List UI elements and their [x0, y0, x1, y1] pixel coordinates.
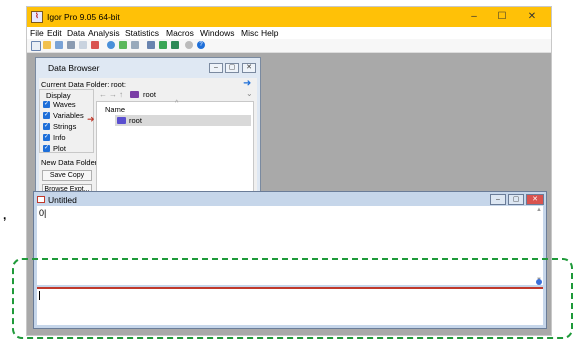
sort-caret-icon: ^ [175, 100, 179, 107]
browser-maximize-icon[interactable]: ▢ [225, 63, 239, 73]
command-window-icon [37, 196, 45, 203]
maximize-icon[interactable]: ☐ [489, 9, 515, 25]
variables-checkbox[interactable]: ✓ [43, 112, 50, 119]
folder-icon [130, 91, 139, 98]
plot-label: Plot [53, 144, 66, 153]
go-arrow-icon[interactable]: ➜ [243, 78, 251, 89]
toolbar: ? [27, 39, 551, 53]
new-document-icon[interactable] [31, 41, 41, 51]
tree-item-root: root [129, 116, 142, 125]
command-window-title: Untitled [48, 195, 77, 205]
menu-analysis[interactable]: Analysis [88, 28, 120, 38]
info-label: Info [53, 133, 66, 142]
igor-app-icon: ⌇ [31, 11, 43, 23]
minimize-icon[interactable]: – [461, 9, 487, 25]
browser-minimize-icon[interactable]: – [209, 63, 223, 73]
browser-close-icon[interactable]: ✕ [242, 63, 256, 73]
cmd-close-icon[interactable]: ✕ [526, 194, 544, 205]
title-bar: ⌇ Igor Pro 9.05 64-bit – ☐ ✕ [27, 7, 551, 27]
name-column-header[interactable]: Name [105, 105, 125, 114]
current-folder-arrow-icon: ➜ [87, 114, 95, 124]
folder-icon [117, 117, 126, 124]
waves-checkbox[interactable]: ✓ [43, 101, 50, 108]
print-icon[interactable] [67, 41, 75, 49]
chevron-down-icon[interactable]: ⌄ [246, 89, 253, 98]
cmd-maximize-icon[interactable]: ▢ [508, 194, 524, 205]
command-line-highlight [12, 258, 573, 339]
up-arrow-icon[interactable]: ↑ [119, 90, 123, 99]
wave-icon[interactable] [159, 41, 167, 49]
back-arrow-icon[interactable]: ← [99, 90, 107, 99]
menu-statistics[interactable]: Statistics [125, 28, 159, 38]
refresh-icon[interactable] [185, 41, 193, 49]
app-title: Igor Pro 9.05 64-bit [47, 12, 120, 22]
cmd-minimize-icon[interactable]: – [490, 194, 506, 205]
menu-help[interactable]: Help [261, 28, 278, 38]
open-folder-icon[interactable] [43, 41, 51, 49]
menu-macros[interactable]: Macros [166, 28, 194, 38]
strings-label: Strings [53, 122, 77, 131]
menu-bar: File Edit Data Analysis Statistics Macro… [27, 27, 551, 39]
new-data-folder-button[interactable]: New Data Folder [41, 158, 97, 167]
graph-icon[interactable] [91, 41, 99, 49]
data-browser-title: Data Browser [48, 63, 100, 73]
display-label: Display [46, 91, 71, 100]
close-icon[interactable]: ✕ [519, 9, 545, 25]
info-checkbox[interactable]: ✓ [43, 134, 50, 141]
menu-file[interactable]: File [30, 28, 44, 38]
current-folder-value: root: [111, 80, 127, 89]
save-icon[interactable] [55, 41, 63, 49]
display-group: Display ✓ Waves ✓ Variables ✓ Strings ✓ … [39, 89, 94, 153]
tree-row[interactable]: root [115, 115, 251, 126]
notebook-icon[interactable] [119, 41, 127, 49]
table-icon[interactable] [79, 41, 87, 49]
procedure-icon[interactable] [131, 41, 139, 49]
current-folder-label: Current Data Folder: [41, 80, 110, 89]
comma-mark: , [3, 208, 7, 222]
plot-checkbox[interactable]: ✓ [43, 145, 50, 152]
waves-label: Waves [53, 100, 76, 109]
save-copy-button[interactable]: Save Copy [42, 170, 92, 181]
window-icon[interactable] [147, 41, 155, 49]
forward-arrow-icon[interactable]: → [109, 90, 117, 99]
menu-windows[interactable]: Windows [200, 28, 234, 38]
history-text: 0| [39, 208, 47, 218]
help-icon[interactable]: ? [197, 41, 205, 49]
wave-back-icon[interactable] [171, 41, 179, 49]
scroll-up-icon[interactable]: ▲ [536, 207, 542, 213]
menu-misc[interactable]: Misc [241, 28, 258, 38]
layout-icon[interactable] [107, 41, 115, 49]
path-folder-label[interactable]: root [143, 90, 156, 99]
menu-edit[interactable]: Edit [47, 28, 62, 38]
menu-data[interactable]: Data [67, 28, 85, 38]
strings-checkbox[interactable]: ✓ [43, 123, 50, 130]
variables-label: Variables [53, 111, 84, 120]
